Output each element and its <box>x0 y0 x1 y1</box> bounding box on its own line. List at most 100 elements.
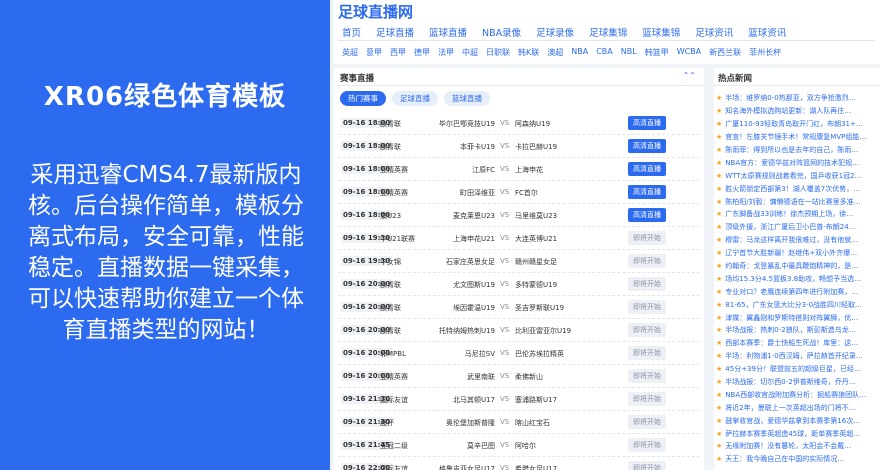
nav-link[interactable]: 篮球资讯 <box>748 25 786 39</box>
home-team[interactable]: 托特纳姆热刺U19 <box>428 326 495 336</box>
match-row[interactable]: 09-16 20:00 欧青联 埃因霍温U19 VS 圣吉罗斯联U19 即将开始 <box>338 296 700 319</box>
upcoming-button[interactable]: 即将开始 <box>628 254 666 268</box>
news-headline[interactable]: 胜火箭锁定西部第3！湖人覆盖7次优势，… <box>725 184 860 194</box>
away-team[interactable]: 大连英博U21 <box>515 234 557 244</box>
league-link[interactable]: 英超 <box>342 47 358 58</box>
away-team[interactable]: 上海申花 <box>515 165 543 175</box>
away-team[interactable]: 赣州赣星女足 <box>515 257 557 267</box>
news-item[interactable]: ★ 广厦110-93轻取青岛取开门红，布朗31+… <box>716 118 880 131</box>
news-headline[interactable]: 官宣！左膝关节镜手术！常规康复MVP组能… <box>725 132 866 142</box>
home-team[interactable]: 埃因霍温U19 <box>428 303 495 313</box>
home-team[interactable]: 毕尔巴鄂竞技U19 <box>428 119 495 129</box>
news-headline[interactable]: 知名海外模拟选购站更新：湖人队再往… <box>725 106 851 116</box>
league-link[interactable]: 菲州长杯 <box>749 47 781 58</box>
match-league[interactable]: 亚精英赛 <box>380 165 408 175</box>
nav-link[interactable]: 篮球集锦 <box>642 25 680 39</box>
news-headline[interactable]: 西部本赛季：爵士快船生死战！库里：这… <box>725 338 858 348</box>
league-link[interactable]: WCBA <box>677 47 701 58</box>
news-headline[interactable]: 天王：我今晚自己在中国的实际情况… <box>725 454 844 464</box>
news-headline[interactable]: 半场战报：热刺0-2狼队，斯彭斯造乌龙… <box>725 325 855 335</box>
league-link[interactable]: 中超 <box>462 47 478 58</box>
league-link[interactable]: 德甲 <box>414 47 430 58</box>
news-headline[interactable]: 半场：利物浦1-0西汉姆，萨拉赫首开纪录… <box>725 351 862 361</box>
news-item[interactable]: ★ 半场战报：切尔西0-2伊普斯维奇，乔丹… <box>716 376 880 389</box>
match-row[interactable]: 09-16 20:00 欧青联 托特纳姆热刺U19 VS 比利亚雷亚尔U19 即将开始 <box>338 319 700 342</box>
home-team[interactable]: 町田泽维亚 <box>428 188 495 198</box>
match-row[interactable]: 09-16 18:00 欧青联 本菲卡U19 VS 卡拉巴赫U19 高清直播 <box>338 135 700 158</box>
nav-link[interactable]: 首页 <box>342 25 361 39</box>
news-item[interactable]: ★ 场均15.3分4.5篮板3.8助攻，畅想予当选… <box>716 272 880 285</box>
nav-link[interactable]: 足球资讯 <box>695 25 733 39</box>
news-item[interactable]: ★ 81-65，广东女篮大比分3-0战胜四川轻取… <box>716 298 880 311</box>
away-team[interactable]: 巴伦苏埃拉精英 <box>515 349 564 359</box>
news-item[interactable]: ★ 穆雷：马龙这样离开我很难过，没有他就… <box>716 234 880 247</box>
match-league[interactable]: 澳U23 <box>380 211 401 221</box>
upcoming-button[interactable]: 即将开始 <box>628 392 666 406</box>
news-item[interactable]: ★ NBA西部收官战附加赛分析：掘船赛狼团队… <box>716 388 880 401</box>
match-league[interactable]: 欧青联 <box>380 119 401 129</box>
news-headline[interactable]: 将近2年，曼联上一次英超出场的门将不… <box>725 403 855 413</box>
away-team[interactable]: 阿森纳U19 <box>515 119 550 129</box>
live-stream-button[interactable]: 高清直播 <box>628 162 666 176</box>
league-link[interactable]: 韩篮甲 <box>645 47 669 58</box>
nav-link[interactable]: 足球录像 <box>536 25 574 39</box>
news-item[interactable]: ★ 无缘附加赛！没有篡轮，太阳会不会戴… <box>716 440 880 453</box>
home-team[interactable]: 上海申花U21 <box>428 234 495 244</box>
live-stream-button[interactable]: 高清直播 <box>628 139 666 153</box>
home-team[interactable]: 莫辛巴图 <box>428 441 495 451</box>
news-item[interactable]: ★ 鼓掌收官战，爱德华兹拿到本赛季第16次… <box>716 414 880 427</box>
match-row[interactable]: 09-16 21:45 亚冠二级 莫辛巴图 VS 阿哈尔 即将开始 <box>338 434 700 457</box>
home-team[interactable]: 本菲卡U19 <box>428 142 495 152</box>
double-chevron-up-icon[interactable]: ⌃⌃ <box>683 71 696 80</box>
upcoming-button[interactable]: 即将开始 <box>628 415 666 429</box>
news-headline[interactable]: 广东脚备战33训练！徐杰预期上场，徐… <box>725 209 853 219</box>
upcoming-button[interactable]: 即将开始 <box>628 346 666 360</box>
away-team[interactable]: 阿哈尔 <box>515 441 536 451</box>
news-headline[interactable]: 陈雨菲：得到所以也是去年的自己，陈雨… <box>725 145 858 155</box>
match-row[interactable]: 09-16 20:00 欧青联 尤文图斯U19 VS 多特蒙德U19 即将开始 <box>338 273 700 296</box>
away-team[interactable]: 塞浦路斯U17 <box>515 395 557 405</box>
news-headline[interactable]: 穆雷：马龙这样离开我很难过，没有他就… <box>725 235 858 245</box>
upcoming-button[interactable]: 即将开始 <box>628 369 666 383</box>
news-item[interactable]: ★ 约翰奇：戈登暴乱中最具鞭炮精神的，是… <box>716 260 880 273</box>
match-league[interactable]: 欧青联 <box>380 303 401 313</box>
nav-link[interactable]: 篮球直播 <box>429 25 467 39</box>
league-link[interactable]: 法甲 <box>438 47 454 58</box>
news-headline[interactable]: 半场战报：切尔西0-2伊普斯维奇，乔丹… <box>725 377 855 387</box>
news-headline[interactable]: 顶级外援，浙江广厦后卫小巴普-布朗24… <box>725 222 855 232</box>
away-team[interactable]: 马里维莫U23 <box>515 211 557 221</box>
nav-link[interactable]: 足球集锦 <box>589 25 627 39</box>
news-item[interactable]: ★ 45分+39分！联盟前五的超级巨星，已经… <box>716 363 880 376</box>
away-team[interactable]: FC首尔 <box>515 188 538 198</box>
upcoming-button[interactable]: 即将开始 <box>628 231 666 245</box>
news-headline[interactable]: 萨拉赫本赛季英超造45球，距单赛季英超… <box>725 429 860 439</box>
away-team[interactable]: 圣吉罗斯联U19 <box>515 303 564 313</box>
match-league[interactable]: 欧青联 <box>380 280 401 290</box>
match-league[interactable]: 菲MPBL <box>380 349 406 359</box>
match-row[interactable]: 09-16 18:00 亚精英赛 町田泽维亚 VS FC首尔 高清直播 <box>338 181 700 204</box>
live-stream-button[interactable]: 高清直播 <box>628 208 666 222</box>
match-row[interactable]: 09-16 22:00 国际友谊 格鲁吉亚女足U17 VS 希腊女足U17 即将开始 <box>338 457 700 470</box>
match-row[interactable]: 09-16 18:00 澳U23 麦克莱恩U23 VS 马里维莫U23 高清直播 <box>338 204 700 227</box>
news-headline[interactable]: 无缘附加赛！没有篡轮，太阳会不会戴… <box>725 441 851 451</box>
league-link[interactable]: 意甲 <box>366 47 382 58</box>
news-item[interactable]: ★ 辽宁首节大胜新疆！赵继伟+双小外齐爆… <box>716 247 880 260</box>
news-item[interactable]: ★ 将近2年，曼联上一次英超出场的门将不… <box>716 401 880 414</box>
news-headline[interactable]: 半场：维罗纳0-0热那亚，双方争抢激烈… <box>725 93 855 103</box>
news-headline[interactable]: 辽宁首节大胜新疆！赵继伟+双小外齐爆… <box>725 248 857 258</box>
upcoming-button[interactable]: 即将开始 <box>628 323 666 337</box>
news-item[interactable]: ★ 半场：利物浦1-0西汉姆，萨拉赫首开纪录… <box>716 350 880 363</box>
match-league[interactable]: 亚精英赛 <box>380 188 408 198</box>
home-team[interactable]: 奥伦堡加斯普隆 <box>428 418 495 428</box>
home-team[interactable]: 尤文图斯U19 <box>428 280 495 290</box>
news-item[interactable]: ★ 西部本赛季：爵士快船生死战！库里：这… <box>716 337 880 350</box>
away-team[interactable]: 多特蒙德U19 <box>515 280 557 290</box>
home-team[interactable]: 北马其顿U17 <box>428 395 495 405</box>
league-link[interactable]: 新西兰联 <box>709 47 741 58</box>
tab-1[interactable]: 热门赛事 <box>340 91 386 106</box>
news-headline[interactable]: 广厦110-93轻取青岛取开门红，布朗31+… <box>725 119 863 129</box>
news-headline[interactable]: 45分+39分！联盟前五的超级巨星，已经… <box>725 364 861 374</box>
live-stream-button[interactable]: 高清直播 <box>628 116 666 130</box>
match-row[interactable]: 09-16 18:00 欧青联 毕尔巴鄂竞技U19 VS 阿森纳U19 高清直播 <box>338 112 700 135</box>
news-headline[interactable]: 约翰奇：戈登暴乱中最具鞭炮精神的，是… <box>725 261 858 271</box>
